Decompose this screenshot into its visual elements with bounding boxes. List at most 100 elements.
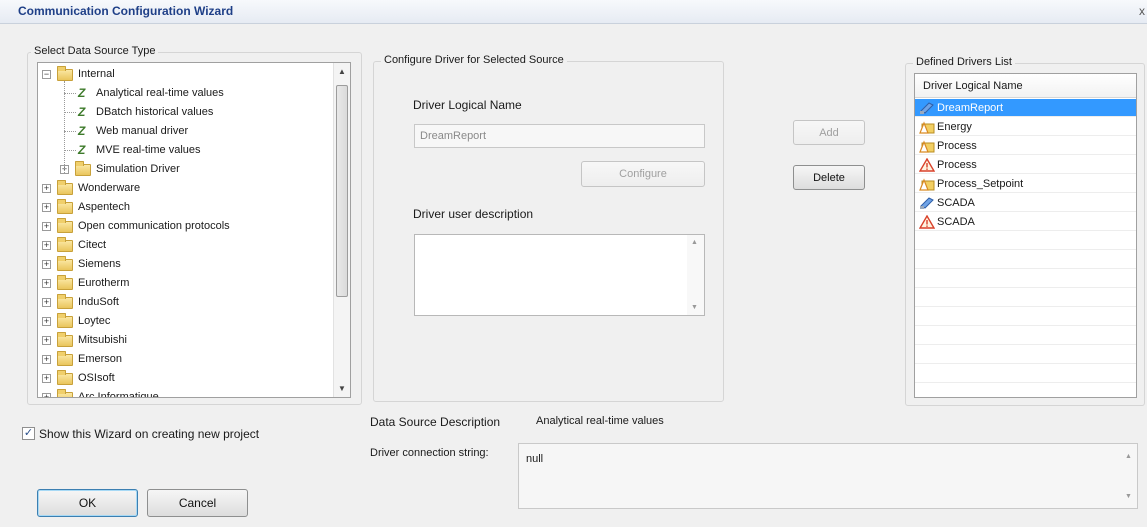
tree-item-label: Analytical real-time values [96,87,224,99]
drivers-column-header[interactable]: Driver Logical Name [915,74,1136,98]
driver-row[interactable]: Process [915,137,1136,155]
tree-connector [64,93,76,94]
scroll-down-arrow-icon[interactable]: ▼ [334,380,350,397]
driver-row[interactable]: SCADA [915,213,1136,231]
description-input[interactable]: ▲ ▼ [414,234,705,316]
show-wizard-label[interactable]: Show this Wizard on creating new project [39,427,259,441]
tree-item[interactable]: Z MVE real-time values [38,141,332,160]
tree-item[interactable]: Z Analytical real-time values [38,84,332,103]
tree-item[interactable]: + Mitsubishi [38,331,332,350]
ok-button[interactable]: OK [37,489,138,517]
connection-string-value: null [526,453,544,465]
data-source-tree[interactable]: ▲ ▼ − Internal Z Analytical real-time value… [37,62,351,398]
tree-item-label: Web manual driver [96,125,189,137]
tree-item[interactable]: + Loytec [38,312,332,331]
driver-row[interactable]: SCADA [915,194,1136,212]
folder-icon [57,256,73,271]
driver-icon: Z [78,143,86,157]
add-button[interactable]: Add [793,120,865,145]
tree-connector [64,131,76,132]
description-scrollbar[interactable]: ▲ ▼ [687,235,704,315]
tree-item[interactable]: − Internal [38,65,332,84]
tree-item[interactable]: + OSIsoft [38,369,332,388]
driver-row[interactable]: Process_Setpoint [915,175,1136,193]
logical-name-value: DreamReport [420,130,487,142]
scroll-up-arrow-icon[interactable]: ▲ [691,239,698,246]
tree-item-label: Simulation Driver [96,163,180,175]
tree-item-label: Loytec [78,315,111,327]
folder-warning-icon [919,120,935,134]
expand-icon[interactable]: + [42,260,51,269]
tree-item[interactable]: Z DBatch historical values [38,103,332,122]
empty-row [915,251,1136,269]
expand-icon[interactable]: + [42,336,51,345]
tree-item[interactable]: + Siemens [38,255,332,274]
close-icon[interactable]: x [1139,4,1145,18]
data-source-description-label: Data Source Description [370,415,501,429]
description-label: Driver user description [413,207,534,221]
drivers-list[interactable]: Driver Logical Name DreamReport Energy Pro… [914,73,1137,398]
expand-icon[interactable]: + [42,241,51,250]
expand-icon[interactable]: + [42,374,51,383]
driver-row-label: SCADA [937,197,975,209]
tree-item[interactable]: Z Web manual driver [38,122,332,141]
plug-icon [919,196,935,210]
tree-item-label: Siemens [78,258,121,270]
folder-icon [57,275,73,290]
expand-icon[interactable]: + [42,317,51,326]
tree-item[interactable]: + InduSoft [38,293,332,312]
tree-item[interactable]: + Wonderware [38,179,332,198]
show-wizard-checkbox[interactable]: ✓ [22,427,35,440]
tree-connector [64,150,76,151]
warning-icon [918,157,936,172]
driver-icon: Z [78,105,86,119]
expand-icon[interactable]: + [42,393,51,397]
folder-icon [57,313,73,328]
scroll-down-arrow-icon[interactable]: ▼ [691,304,698,311]
folder-icon [57,332,73,347]
tree-item[interactable]: + Open communication protocols [38,217,332,236]
delete-button[interactable]: Delete [793,165,865,190]
tree-item[interactable]: + Simulation Driver [38,160,332,179]
logical-name-input[interactable]: DreamReport [414,124,705,148]
empty-row [915,289,1136,307]
folder-icon [57,218,73,233]
expand-icon[interactable]: + [42,184,51,193]
driver-row-label: Energy [937,121,972,133]
tree-item-label: OSIsoft [78,372,115,384]
tree-item-label: InduSoft [78,296,119,308]
connection-scrollbar[interactable]: ▲ ▼ [1120,444,1137,508]
tree-item[interactable]: + Arc Informatique [38,388,332,397]
scroll-up-arrow-icon[interactable]: ▲ [334,63,350,80]
expand-icon[interactable]: + [42,203,51,212]
collapse-icon[interactable]: − [42,70,51,79]
driver-row[interactable]: DreamReport [915,99,1136,117]
tree-scrollbar[interactable]: ▲ ▼ [333,63,350,397]
tree-item[interactable]: + Emerson [38,350,332,369]
cancel-button[interactable]: Cancel [147,489,248,517]
expand-icon[interactable]: + [42,279,51,288]
connection-string-input[interactable]: null ▲ ▼ [518,443,1138,509]
driver-row-label: Process [937,159,977,171]
tree-item-label: MVE real-time values [96,144,201,156]
folder-icon [75,161,91,176]
logical-name-label: Driver Logical Name [413,98,522,112]
tree-item-label: Aspentech [78,201,130,213]
folder-icon [57,351,73,366]
driver-row-label: Process_Setpoint [937,178,1024,190]
tree-item[interactable]: + Eurotherm [38,274,332,293]
scroll-up-arrow-icon[interactable]: ▲ [1125,453,1132,460]
configure-button[interactable]: Configure [581,161,705,187]
expand-icon[interactable]: + [42,298,51,307]
driver-row[interactable]: Energy [915,118,1136,136]
tree-item[interactable]: + Aspentech [38,198,332,217]
expand-icon[interactable]: + [42,222,51,231]
empty-row [915,308,1136,326]
tree-item-label: Open communication protocols [78,220,230,232]
expand-icon[interactable]: + [42,355,51,364]
scroll-thumb[interactable] [336,85,348,297]
scroll-down-arrow-icon[interactable]: ▼ [1125,493,1132,500]
tree-item[interactable]: + Citect [38,236,332,255]
driver-row[interactable]: Process [915,156,1136,174]
driver-icon: Z [78,124,86,138]
